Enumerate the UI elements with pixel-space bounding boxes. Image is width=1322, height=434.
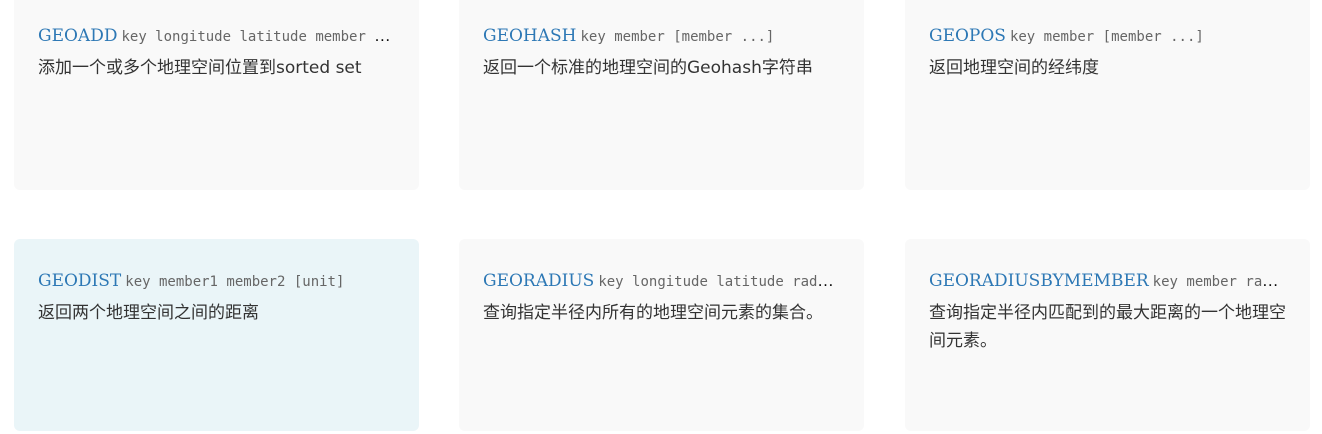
- command-card-geopos[interactable]: GEOPOS key member [member ...] 返回地理空间的经纬度: [905, 0, 1310, 190]
- command-name[interactable]: GEOHASH: [483, 26, 577, 46]
- command-args: key longitude latitude member [longitude…: [121, 29, 395, 45]
- command-grid: GEOADDkey longitude latitude member [lon…: [0, 0, 1322, 434]
- command-name[interactable]: GEORADIUS: [483, 271, 594, 291]
- command-name[interactable]: GEOADD: [38, 26, 117, 46]
- command-signature: GEOADDkey longitude latitude member [lon…: [38, 24, 395, 48]
- command-signature: GEORADIUSkey longitude latitude radius m…: [483, 269, 840, 293]
- command-description: 返回两个地理空间之间的距离: [38, 303, 259, 323]
- command-description: 查询指定半径内所有的地理空间元素的集合。: [483, 303, 823, 323]
- command-description: 添加一个或多个地理空间位置到sorted set: [38, 58, 362, 78]
- command-name[interactable]: GEODIST: [38, 271, 121, 291]
- command-name[interactable]: GEOPOS: [929, 26, 1006, 46]
- command-args: key member1 member2 [unit]: [125, 274, 345, 290]
- command-signature: GEODIST key member1 member2 [unit]: [38, 269, 395, 293]
- command-card-georadius[interactable]: GEORADIUSkey longitude latitude radius m…: [459, 239, 864, 431]
- command-card-georadiusbymember[interactable]: GEORADIUSBYMEMBERkey member radius m|km|…: [905, 239, 1310, 431]
- command-card-geoadd[interactable]: GEOADDkey longitude latitude member [lon…: [14, 0, 419, 190]
- command-args: key longitude latitude radius m|km|ft|mi…: [598, 274, 840, 290]
- command-args: key member [member ...]: [580, 29, 775, 45]
- command-signature: GEOHASH key member [member ...]: [483, 24, 840, 48]
- command-card-geodist[interactable]: GEODIST key member1 member2 [unit] 返回两个地理…: [14, 239, 419, 431]
- command-description: 查询指定半径内匹配到的最大距离的一个地理空间元素。: [929, 303, 1286, 351]
- command-card-geohash[interactable]: GEOHASH key member [member ...] 返回一个标准的地理…: [459, 0, 864, 190]
- command-signature: GEOPOS key member [member ...]: [929, 24, 1286, 48]
- command-args: key member radius m|km|ft|mi [WITHCOORD]…: [1152, 274, 1286, 290]
- command-description: 返回一个标准的地理空间的Geohash字符串: [483, 58, 813, 78]
- command-args: key member [member ...]: [1009, 29, 1204, 45]
- command-signature: GEORADIUSBYMEMBERkey member radius m|km|…: [929, 269, 1286, 293]
- command-name[interactable]: GEORADIUSBYMEMBER: [929, 271, 1149, 291]
- command-description: 返回地理空间的经纬度: [929, 58, 1099, 78]
